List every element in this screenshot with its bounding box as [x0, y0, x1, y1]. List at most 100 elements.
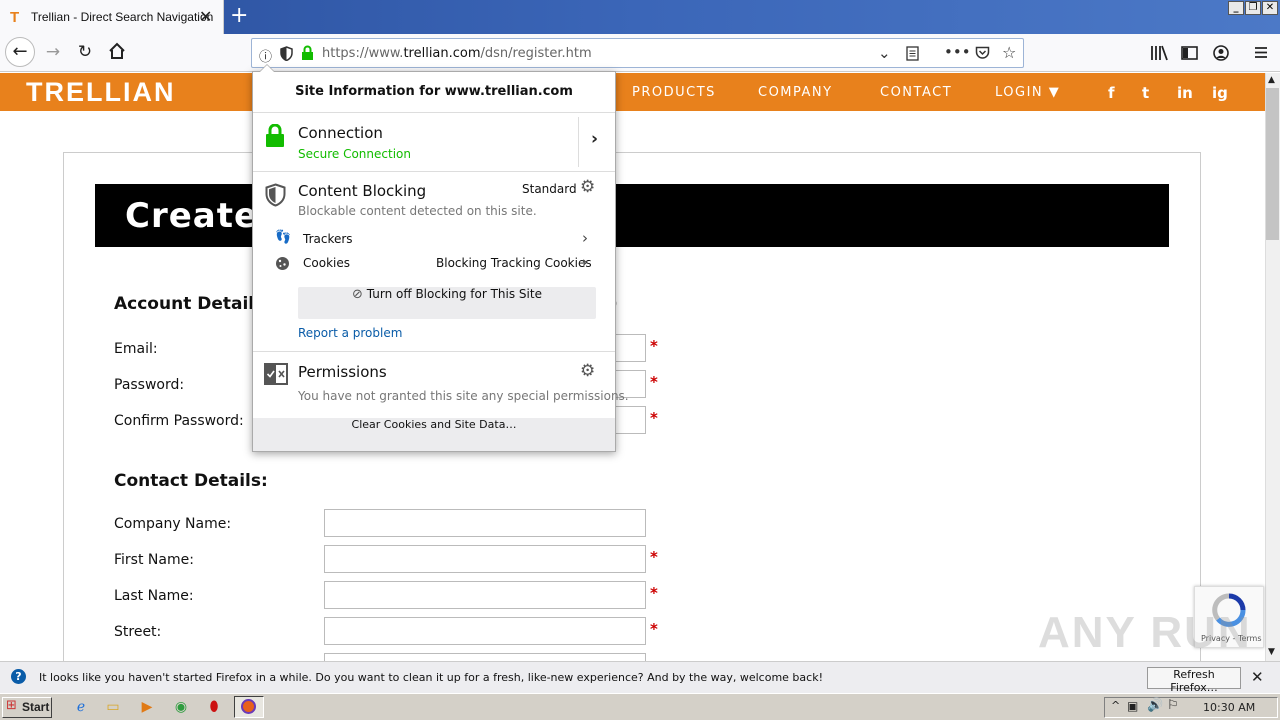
cookies-row[interactable]: Cookies Blocking Tracking Cookies › — [253, 252, 615, 274]
network-icon[interactable]: ▣ — [1127, 699, 1138, 713]
connection-heading: Connection — [298, 124, 383, 142]
back-button[interactable]: ← — [5, 37, 35, 67]
opera-icon[interactable]: ⬮ — [205, 699, 223, 717]
reload-icon: ↻ — [77, 42, 93, 62]
ie-icon[interactable]: ℯ — [72, 699, 90, 717]
chevron-right-icon: › — [582, 253, 588, 271]
padlock-icon[interactable] — [301, 45, 314, 61]
last-name-field[interactable] — [324, 581, 646, 609]
twitter-icon[interactable]: t — [1142, 84, 1149, 102]
new-tab-button[interactable]: + — [230, 3, 248, 28]
media-player-icon[interactable]: ▶ — [138, 699, 156, 717]
clear-cookies-button[interactable]: Clear Cookies and Site Data… — [253, 418, 615, 451]
site-info-icon[interactable]: ⓘ — [259, 46, 272, 65]
home-icon — [109, 42, 125, 59]
refresh-notification-bar: ? It looks like you haven't started Fire… — [0, 661, 1280, 694]
permissions-heading: Permissions — [298, 363, 387, 381]
navigation-toolbar: ← → ↻ ⓘ https://www.trellian.com/dsn/reg… — [0, 34, 1280, 72]
permissions-desc: You have not granted this site any speci… — [298, 389, 629, 403]
page-title: Create — [125, 196, 259, 236]
content-blocking-desc: Blockable content detected on this site. — [298, 204, 537, 218]
firefox-taskbar-button[interactable] — [234, 696, 264, 718]
instagram-icon[interactable]: ig — [1212, 84, 1228, 102]
linkedin-icon[interactable]: in — [1177, 84, 1193, 102]
connection-row[interactable]: Connection Secure Connection › — [253, 113, 615, 171]
email-label: Email: — [114, 341, 158, 357]
question-icon: ? — [11, 669, 26, 684]
url-text[interactable]: https://www.trellian.com/dsn/register.ht… — [322, 46, 592, 61]
sidebar-icon[interactable] — [1181, 46, 1198, 60]
scroll-down-icon[interactable]: ▼ — [1268, 647, 1275, 657]
first-name-label: First Name: — [114, 552, 194, 568]
explorer-folder-icon[interactable]: ▭ — [104, 699, 122, 717]
street-label: Street: — [114, 624, 162, 640]
gear-icon[interactable]: ⚙ — [580, 177, 595, 197]
street-field[interactable] — [324, 617, 646, 645]
popup-title: Site Information for www.trellian.com — [295, 84, 573, 99]
facebook-icon[interactable]: f — [1108, 84, 1115, 102]
start-label: Start — [22, 700, 50, 714]
report-problem-link[interactable]: Report a problem — [298, 326, 402, 340]
gear-icon[interactable]: ⚙ — [580, 361, 595, 381]
menu-company[interactable]: COMPANY — [758, 85, 833, 100]
footprints-icon: 👣 — [275, 230, 292, 245]
divider — [253, 171, 615, 172]
close-notification-icon[interactable]: ✕ — [1251, 668, 1264, 686]
connection-status: Secure Connection — [298, 147, 411, 161]
chevron-right-icon: › — [582, 229, 588, 247]
permissions-icon — [264, 363, 288, 385]
scroll-up-icon[interactable]: ▲ — [1268, 75, 1275, 85]
reload-button[interactable]: ↻ — [73, 42, 97, 64]
bookmark-star-icon[interactable]: ☆ — [1002, 43, 1016, 62]
menu-products[interactable]: PRODUCTS — [632, 85, 716, 100]
last-name-label: Last Name: — [114, 588, 194, 604]
tracking-shield-icon[interactable] — [280, 46, 293, 61]
forward-arrow-icon: → — [45, 42, 61, 62]
minimize-button[interactable]: _ — [1228, 1, 1244, 15]
page-actions-icon[interactable]: ••• — [944, 43, 971, 61]
chevron-right-icon[interactable]: › — [591, 129, 598, 149]
divider — [578, 117, 579, 167]
trackers-row[interactable]: 👣 Trackers › — [253, 228, 615, 250]
start-button[interactable]: ⊞ Start — [2, 697, 52, 718]
account-icon[interactable] — [1213, 45, 1229, 61]
turn-off-blocking-button[interactable]: ⊘ Turn off Blocking for This Site — [298, 287, 596, 319]
home-button[interactable] — [105, 42, 129, 64]
refresh-firefox-button[interactable]: Refresh Firefox… — [1147, 667, 1241, 694]
first-name-field[interactable] — [324, 545, 646, 573]
close-window-button[interactable]: ✕ — [1262, 1, 1278, 15]
padlock-icon — [266, 124, 284, 147]
volume-icon[interactable]: 🔊 — [1147, 698, 1163, 713]
company-name-label: Company Name: — [114, 516, 232, 532]
action-center-flag-icon[interactable]: ⚐ — [1167, 698, 1179, 713]
trellian-favicon-icon: T — [10, 9, 20, 26]
clock[interactable]: 10:30 AM — [1203, 701, 1255, 714]
forward-button[interactable]: → — [41, 42, 65, 64]
close-tab-icon[interactable]: ✕ — [199, 7, 212, 26]
tray-expand-icon[interactable]: ^ — [1111, 699, 1120, 712]
next-field-partial[interactable] — [324, 653, 646, 661]
menu-login[interactable]: LOGIN ▼ — [995, 85, 1060, 100]
url-bar[interactable]: ⓘ https://www.trellian.com/dsn/register.… — [251, 38, 1024, 68]
scrollbar-thumb[interactable] — [1266, 88, 1279, 240]
url-prefix: https://www. — [322, 46, 404, 61]
required-marker: * — [650, 620, 658, 638]
popup-arrow-fill — [260, 65, 274, 72]
trellian-logo[interactable]: TRELLIAN — [26, 77, 175, 108]
account-details-heading: Account Details — [114, 294, 265, 314]
pocket-icon[interactable] — [975, 46, 990, 60]
cookies-label: Cookies — [303, 256, 350, 270]
menu-contact[interactable]: CONTACT — [880, 85, 952, 100]
reader-view-icon[interactable] — [906, 46, 919, 61]
content-blocking-heading: Content Blocking — [298, 182, 427, 200]
hamburger-menu-icon[interactable] — [1254, 46, 1268, 59]
tab-trellian[interactable]: T Trellian - Direct Search Navigation ✕ — [0, 0, 224, 34]
site-info-panel: Site Information for www.trellian.com Co… — [252, 71, 629, 452]
chrome-icon[interactable]: ◉ — [172, 699, 190, 717]
url-dropdown-icon[interactable]: ⌄ — [878, 44, 891, 62]
url-path: /dsn/register.htm — [480, 46, 592, 61]
restore-button[interactable]: ❐ — [1245, 1, 1261, 15]
library-icon[interactable] — [1150, 45, 1168, 61]
company-name-field[interactable] — [324, 509, 646, 537]
back-arrow-icon: ← — [12, 41, 28, 62]
